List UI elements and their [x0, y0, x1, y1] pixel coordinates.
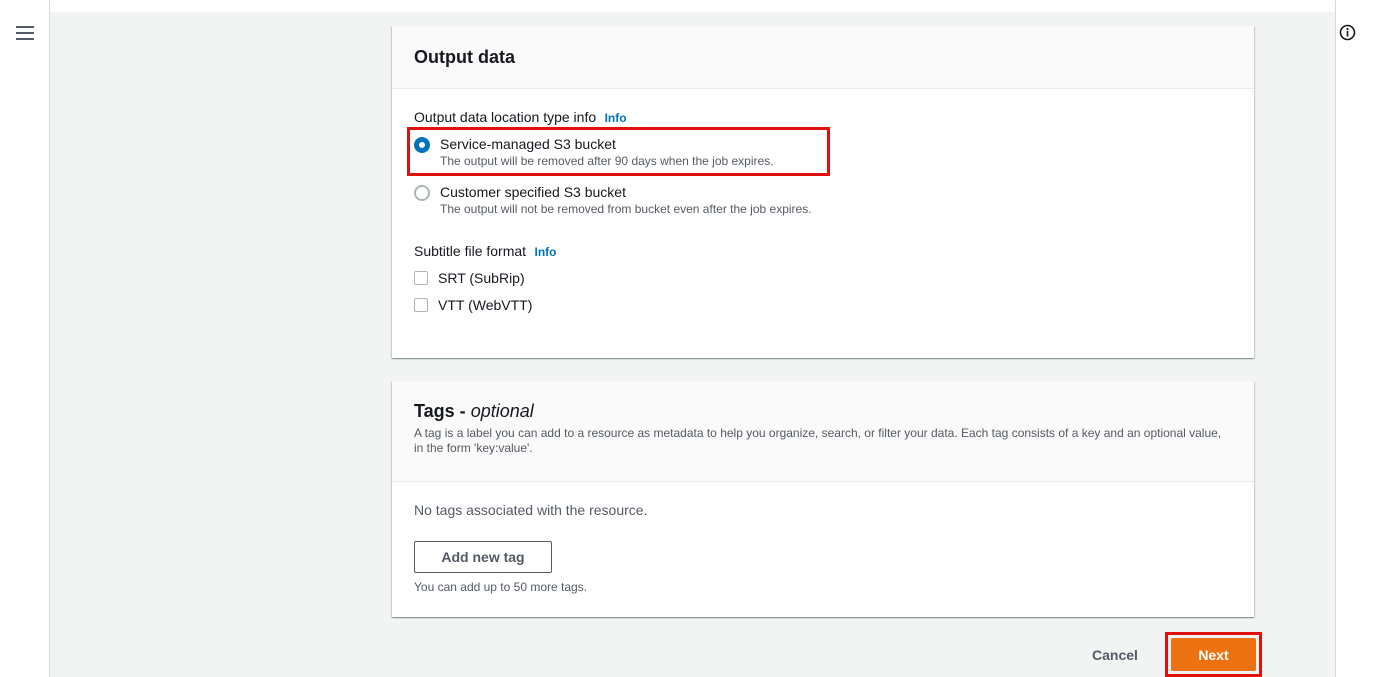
vtt-label: VTT (WebVTT) [438, 297, 533, 313]
tools-rail [1335, 0, 1383, 677]
subtitle-info-link[interactable]: Info [535, 245, 557, 259]
subtitle-format-label-row: Subtitle file format Info [414, 243, 557, 261]
next-button[interactable]: Next [1171, 638, 1256, 671]
no-tags-text: No tags associated with the resource. [414, 502, 648, 518]
vtt-checkbox[interactable] [414, 298, 428, 312]
tags-description: A tag is a label you can add to a resour… [414, 426, 1222, 455]
tags-title-text: Tags - [414, 401, 466, 421]
option-service-managed[interactable]: Service-managed S3 bucket The output wil… [414, 135, 774, 169]
format-vtt-row[interactable]: VTT (WebVTT) [414, 297, 532, 313]
format-srt-row[interactable]: SRT (SubRip) [414, 270, 525, 286]
tags-limit-text: You can add up to 50 more tags. [414, 580, 588, 594]
tags-title-optional: optional [470, 401, 534, 421]
output-data-panel: Output data Output data location type in… [392, 26, 1254, 358]
menu-icon[interactable] [16, 26, 34, 40]
srt-checkbox[interactable] [414, 271, 428, 285]
location-type-label: Output data location type info [414, 109, 597, 125]
tags-panel: Tags - optional A tag is a label you can… [392, 381, 1254, 617]
location-type-label-row: Output data location type info Info [414, 109, 627, 127]
tags-header: Tags - optional A tag is a label you can… [392, 381, 1254, 482]
output-data-title: Output data [414, 46, 515, 67]
navigation-rail [0, 0, 50, 677]
customer-specified-description: The output will not be removed from buck… [440, 202, 812, 216]
info-icon[interactable] [1339, 24, 1356, 41]
output-data-header: Output data [392, 26, 1254, 89]
option-customer-specified[interactable]: Customer specified S3 bucket The output … [414, 183, 812, 217]
customer-specified-title: Customer specified S3 bucket [440, 184, 626, 200]
service-managed-title: Service-managed S3 bucket [440, 136, 616, 152]
customer-specified-radio[interactable] [414, 185, 430, 201]
subtitle-format-label: Subtitle file format [414, 243, 527, 259]
srt-label: SRT (SubRip) [438, 270, 525, 286]
tags-title: Tags - optional [414, 401, 1232, 422]
service-managed-description: The output will be removed after 90 days… [440, 154, 774, 168]
add-new-tag-button[interactable]: Add new tag [414, 541, 552, 573]
cancel-button[interactable]: Cancel [1092, 647, 1138, 663]
service-managed-radio[interactable] [414, 137, 430, 153]
location-info-link[interactable]: Info [605, 111, 627, 125]
